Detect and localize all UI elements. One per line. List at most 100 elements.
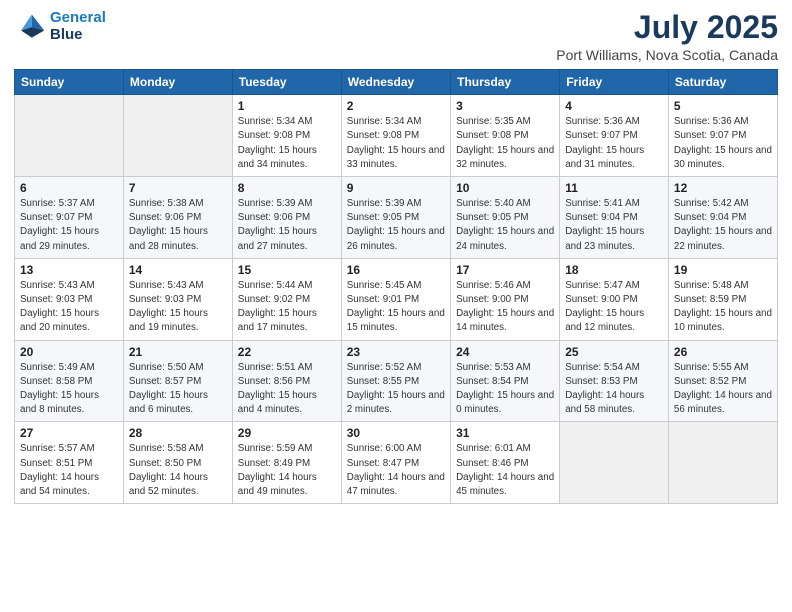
day-info: Sunrise: 5:35 AMSunset: 9:08 PMDaylight:… — [456, 115, 554, 172]
calendar-table: SundayMondayTuesdayWednesdayThursdayFrid… — [14, 69, 778, 504]
day-info: Sunrise: 5:45 AMSunset: 9:01 PMDaylight:… — [347, 279, 445, 336]
weekday-header-tuesday: Tuesday — [232, 70, 341, 95]
day-number: 23 — [347, 345, 445, 359]
title-block: July 2025 Port Williams, Nova Scotia, Ca… — [556, 10, 778, 63]
page: General Blue July 2025 Port Williams, No… — [0, 0, 792, 612]
calendar-cell: 25Sunrise: 5:54 AMSunset: 8:53 PMDayligh… — [560, 340, 669, 422]
day-number: 19 — [674, 263, 772, 277]
day-number: 11 — [565, 181, 663, 195]
day-number: 30 — [347, 426, 445, 440]
weekday-header-saturday: Saturday — [668, 70, 777, 95]
day-info: Sunrise: 5:55 AMSunset: 8:52 PMDaylight:… — [674, 361, 772, 418]
calendar-cell: 23 Sunrise: 5:52 AMSunset: 8:55 PMDayligh… — [341, 340, 450, 422]
calendar-week-1: 1 Sunrise: 5:34 AMSunset: 9:08 PMDaylight… — [15, 95, 778, 177]
calendar-cell — [560, 422, 669, 504]
calendar-cell: 20 Sunrise: 5:49 AMSunset: 8:58 PMDayligh… — [15, 340, 124, 422]
calendar-cell: 1 Sunrise: 5:34 AMSunset: 9:08 PMDaylight… — [232, 95, 341, 177]
calendar-cell: 5 Sunrise: 5:36 AMSunset: 9:07 PMDaylight… — [668, 95, 777, 177]
day-number: 12 — [674, 181, 772, 195]
day-number: 3 — [456, 99, 554, 113]
calendar-cell: 17 Sunrise: 5:46 AMSunset: 9:00 PMDayligh… — [451, 258, 560, 340]
day-info: Sunrise: 5:43 AMSunset: 9:03 PMDaylight:… — [129, 279, 227, 336]
logo: General Blue — [14, 10, 106, 43]
calendar-cell: 22 Sunrise: 5:51 AMSunset: 8:56 PMDayligh… — [232, 340, 341, 422]
day-info: Sunrise: 5:43 AMSunset: 9:03 PMDaylight:… — [20, 279, 118, 336]
day-info: Sunrise: 5:48 AMSunset: 8:59 PMDaylight:… — [674, 279, 772, 336]
calendar-cell: 15Sunrise: 5:44 AMSunset: 9:02 PMDayligh… — [232, 258, 341, 340]
day-info: Sunrise: 5:40 AMSunset: 9:05 PMDaylight:… — [456, 197, 554, 254]
day-number: 15 — [238, 263, 336, 277]
day-number: 8 — [238, 181, 336, 195]
day-info: Sunrise: 5:58 AMSunset: 8:50 PMDaylight:… — [129, 442, 227, 499]
day-number: 13 — [20, 263, 118, 277]
main-title: July 2025 — [556, 10, 778, 45]
calendar-cell: 19 Sunrise: 5:48 AMSunset: 8:59 PMDayligh… — [668, 258, 777, 340]
logo-text: General Blue — [50, 10, 106, 43]
day-info: Sunrise: 5:41 AMSunset: 9:04 PMDaylight:… — [565, 197, 663, 254]
calendar-cell: 8 Sunrise: 5:39 AMSunset: 9:06 PMDaylight… — [232, 177, 341, 259]
day-number: 29 — [238, 426, 336, 440]
weekday-header-row: SundayMondayTuesdayWednesdayThursdayFrid… — [15, 70, 778, 95]
day-number: 27 — [20, 426, 118, 440]
calendar-cell: 3 Sunrise: 5:35 AMSunset: 9:08 PMDaylight… — [451, 95, 560, 177]
calendar-cell — [15, 95, 124, 177]
day-info: Sunrise: 5:46 AMSunset: 9:00 PMDaylight:… — [456, 279, 554, 336]
calendar-cell: 2Sunrise: 5:34 AMSunset: 9:08 PMDaylight… — [341, 95, 450, 177]
day-info: Sunrise: 5:53 AMSunset: 8:54 PMDaylight:… — [456, 361, 554, 418]
day-info: Sunrise: 5:49 AMSunset: 8:58 PMDaylight:… — [20, 361, 118, 418]
calendar-cell: 12 Sunrise: 5:42 AMSunset: 9:04 PMDayligh… — [668, 177, 777, 259]
day-info: Sunrise: 5:39 AMSunset: 9:06 PMDaylight:… — [238, 197, 336, 254]
day-number: 24 — [456, 345, 554, 359]
day-info: Sunrise: 5:34 AMSunset: 9:08 PMDaylight:… — [238, 115, 336, 172]
day-number: 5 — [674, 99, 772, 113]
calendar-cell: 13 Sunrise: 5:43 AMSunset: 9:03 PMDayligh… — [15, 258, 124, 340]
day-number: 9 — [347, 181, 445, 195]
calendar-cell: 24 Sunrise: 5:53 AMSunset: 8:54 PMDayligh… — [451, 340, 560, 422]
calendar-cell: 9 Sunrise: 5:39 AMSunset: 9:05 PMDaylight… — [341, 177, 450, 259]
calendar-cell: 11 Sunrise: 5:41 AMSunset: 9:04 PMDayligh… — [560, 177, 669, 259]
day-info: Sunrise: 6:01 AMSunset: 8:46 PMDaylight:… — [456, 442, 554, 499]
day-number: 28 — [129, 426, 227, 440]
day-number: 26 — [674, 345, 772, 359]
header: General Blue July 2025 Port Williams, No… — [14, 10, 778, 63]
calendar-cell — [668, 422, 777, 504]
day-number: 17 — [456, 263, 554, 277]
weekday-header-wednesday: Wednesday — [341, 70, 450, 95]
weekday-header-thursday: Thursday — [451, 70, 560, 95]
calendar-cell: 4Sunrise: 5:36 AMSunset: 9:07 PMDaylight… — [560, 95, 669, 177]
calendar-week-4: 20 Sunrise: 5:49 AMSunset: 8:58 PMDayligh… — [15, 340, 778, 422]
day-info: Sunrise: 6:00 AMSunset: 8:47 PMDaylight:… — [347, 442, 445, 499]
day-number: 16 — [347, 263, 445, 277]
day-info: Sunrise: 5:52 AMSunset: 8:55 PMDaylight:… — [347, 361, 445, 418]
day-info: Sunrise: 5:39 AMSunset: 9:05 PMDaylight:… — [347, 197, 445, 254]
calendar-week-3: 13 Sunrise: 5:43 AMSunset: 9:03 PMDayligh… — [15, 258, 778, 340]
day-info: Sunrise: 5:57 AMSunset: 8:51 PMDaylight:… — [20, 442, 118, 499]
day-number: 6 — [20, 181, 118, 195]
day-number: 20 — [20, 345, 118, 359]
weekday-header-friday: Friday — [560, 70, 669, 95]
day-info: Sunrise: 5:51 AMSunset: 8:56 PMDaylight:… — [238, 361, 336, 418]
day-info: Sunrise: 5:47 AMSunset: 9:00 PMDaylight:… — [565, 279, 663, 336]
day-info: Sunrise: 5:37 AMSunset: 9:07 PMDaylight:… — [20, 197, 118, 254]
day-info: Sunrise: 5:36 AMSunset: 9:07 PMDaylight:… — [674, 115, 772, 172]
day-number: 10 — [456, 181, 554, 195]
calendar-cell: 6 Sunrise: 5:37 AMSunset: 9:07 PMDaylight… — [15, 177, 124, 259]
day-number: 18 — [565, 263, 663, 277]
day-number: 7 — [129, 181, 227, 195]
day-number: 1 — [238, 99, 336, 113]
logo-icon — [14, 11, 46, 43]
weekday-header-monday: Monday — [123, 70, 232, 95]
calendar-cell: 7 Sunrise: 5:38 AMSunset: 9:06 PMDaylight… — [123, 177, 232, 259]
day-number: 25 — [565, 345, 663, 359]
day-info: Sunrise: 5:38 AMSunset: 9:06 PMDaylight:… — [129, 197, 227, 254]
day-number: 22 — [238, 345, 336, 359]
calendar-cell: 18 Sunrise: 5:47 AMSunset: 9:00 PMDayligh… — [560, 258, 669, 340]
calendar-cell: 30 Sunrise: 6:00 AMSunset: 8:47 PMDayligh… — [341, 422, 450, 504]
calendar-cell: 10 Sunrise: 5:40 AMSunset: 9:05 PMDayligh… — [451, 177, 560, 259]
calendar-week-2: 6 Sunrise: 5:37 AMSunset: 9:07 PMDaylight… — [15, 177, 778, 259]
calendar-cell: 29Sunrise: 5:59 AMSunset: 8:49 PMDayligh… — [232, 422, 341, 504]
day-info: Sunrise: 5:42 AMSunset: 9:04 PMDaylight:… — [674, 197, 772, 254]
day-number: 2 — [347, 99, 445, 113]
calendar-cell: 26 Sunrise: 5:55 AMSunset: 8:52 PMDayligh… — [668, 340, 777, 422]
subtitle: Port Williams, Nova Scotia, Canada — [556, 47, 778, 63]
